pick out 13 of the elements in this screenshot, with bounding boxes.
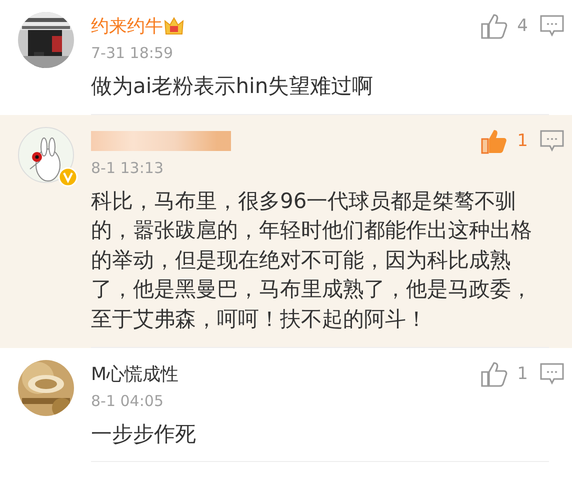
username[interactable]: M心慌成性 [91,362,179,386]
like-count: 1 [517,130,528,151]
timestamp: 8-1 04:05 [91,392,164,410]
timestamp: 7-31 18:59 [91,44,174,62]
comment-icon[interactable] [540,130,564,152]
comment-icon[interactable] [540,15,564,37]
timestamp: 8-1 13:13 [91,158,164,177]
like-count: 1 [517,364,528,384]
thumbs-up-icon[interactable] [480,12,508,40]
comment-icon[interactable] [540,362,564,385]
like-count: 4 [517,16,528,36]
thumbs-up-icon[interactable] [480,360,508,388]
comment-text: 一步步作死 [91,420,549,462]
